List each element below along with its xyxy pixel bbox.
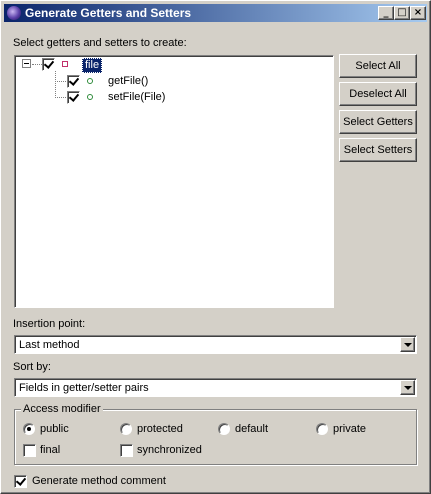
access-modifier-group (14, 409, 417, 465)
radio-private[interactable] (316, 423, 328, 435)
radio-public[interactable] (23, 423, 35, 435)
sort-by-label: Sort by: (13, 361, 51, 373)
radio-protected-label[interactable]: protected (137, 423, 183, 435)
setter-checkbox[interactable] (67, 91, 80, 104)
title-bar[interactable]: Generate Getters and Setters _ □ × (4, 4, 427, 22)
tree-connector (55, 81, 66, 82)
radio-private-label[interactable]: private (333, 423, 366, 435)
insertion-point-label: Insertion point: (13, 318, 86, 330)
tree-root-label[interactable]: file (82, 58, 103, 73)
sort-by-select[interactable]: Fields in getter/setter pairs (14, 378, 417, 397)
minimize-icon[interactable]: _ (378, 6, 394, 20)
window-title: Generate Getters and Setters (25, 6, 192, 20)
setter-label[interactable]: setFile(File) (108, 91, 165, 103)
getter-label[interactable]: getFile() (108, 75, 148, 87)
tree-connector (32, 64, 42, 65)
getter-checkbox[interactable] (67, 75, 80, 88)
maximize-icon[interactable]: □ (394, 6, 410, 20)
select-all-button[interactable]: Select All (339, 54, 417, 78)
eclipse-icon (7, 6, 21, 20)
close-icon[interactable]: × (410, 6, 426, 20)
collapse-icon[interactable] (22, 59, 31, 68)
select-setters-button[interactable]: Select Setters (339, 138, 417, 162)
generate-comment-label[interactable]: Generate method comment (32, 475, 166, 487)
insertion-point-select[interactable]: Last method (14, 335, 417, 354)
synchronized-checkbox[interactable] (120, 444, 133, 457)
radio-protected[interactable] (120, 423, 132, 435)
final-label[interactable]: final (40, 444, 60, 456)
select-label: Select getters and setters to create: (13, 37, 187, 49)
tree-root-checkbox[interactable] (42, 58, 55, 71)
dialog-window: Generate Getters and Setters _ □ × Selec… (0, 0, 431, 494)
synchronized-label[interactable]: synchronized (137, 444, 202, 456)
access-modifier-title: Access modifier (21, 403, 103, 415)
chevron-down-icon[interactable] (400, 337, 415, 352)
method-icon (87, 94, 93, 100)
field-icon (62, 61, 68, 67)
radio-default[interactable] (218, 423, 230, 435)
method-icon (87, 78, 93, 84)
final-checkbox[interactable] (23, 444, 36, 457)
select-getters-button[interactable]: Select Getters (339, 110, 417, 134)
radio-public-label[interactable]: public (40, 423, 69, 435)
insertion-point-value: Last method (19, 339, 80, 351)
sort-by-value: Fields in getter/setter pairs (19, 382, 149, 394)
radio-default-label[interactable]: default (235, 423, 268, 435)
chevron-down-icon[interactable] (400, 380, 415, 395)
deselect-all-button[interactable]: Deselect All (339, 82, 417, 106)
tree-connector (55, 71, 56, 98)
generate-comment-checkbox[interactable] (14, 475, 27, 488)
getter-setter-tree[interactable] (14, 55, 334, 308)
tree-connector (55, 97, 66, 98)
